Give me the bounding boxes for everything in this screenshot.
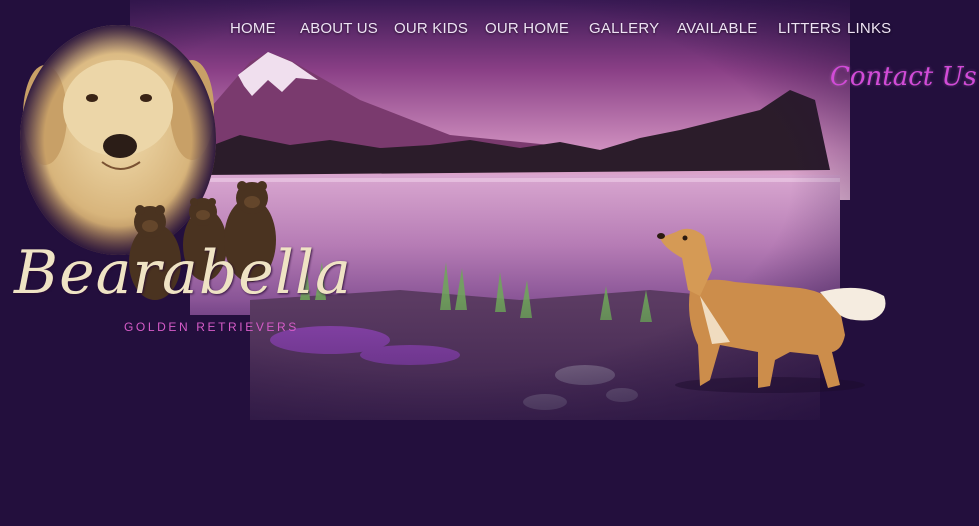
nav-about-us[interactable]: ABOUT US bbox=[300, 20, 378, 37]
nav-available[interactable]: AVAILABLE bbox=[677, 20, 757, 37]
nav-litters[interactable]: LITTERS bbox=[778, 20, 841, 37]
nav-our-home[interactable]: OUR HOME bbox=[485, 20, 569, 37]
main-nav: HOME ABOUT US OUR KIDS OUR HOME GALLERY … bbox=[0, 20, 979, 40]
nav-gallery[interactable]: GALLERY bbox=[589, 20, 659, 37]
retriever-portrait bbox=[20, 25, 216, 255]
contact-us-link[interactable]: Contact Us bbox=[830, 62, 977, 92]
site-logo-tagline: GOLDEN RETRIEVERS bbox=[124, 320, 299, 334]
nav-home[interactable]: HOME bbox=[230, 20, 276, 37]
nav-links[interactable]: LINKS bbox=[847, 20, 891, 37]
site-logo-name: Bearabella bbox=[14, 238, 352, 308]
nav-our-kids[interactable]: OUR KIDS bbox=[394, 20, 468, 37]
